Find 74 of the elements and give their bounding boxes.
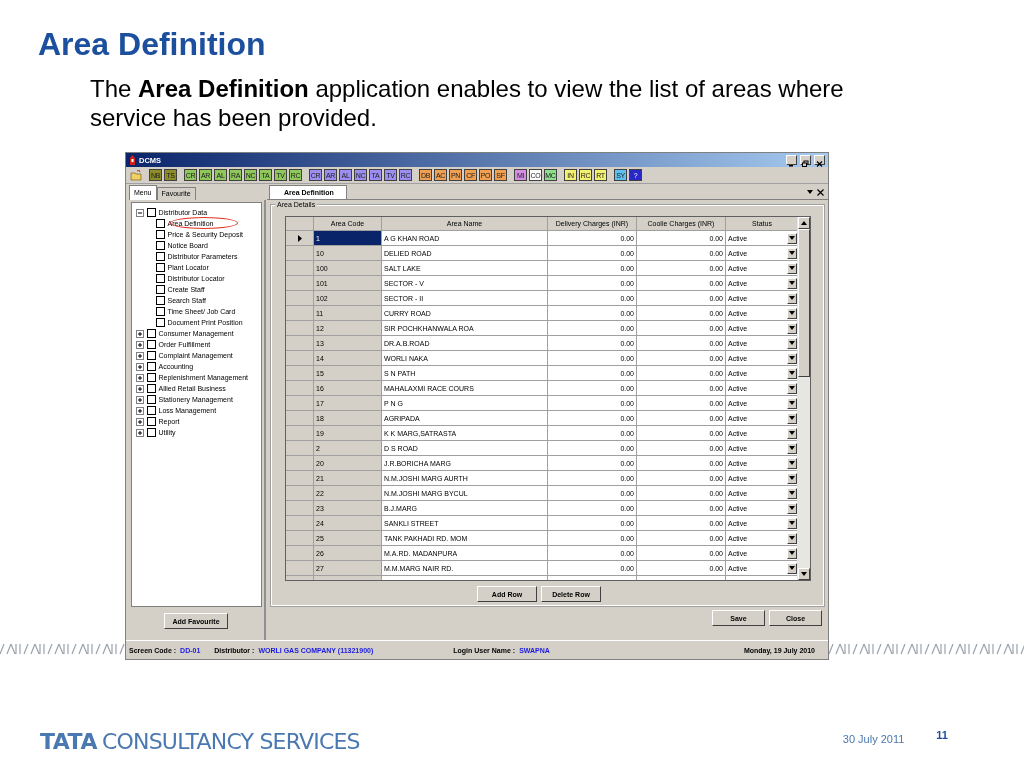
checkbox[interactable]	[155, 307, 165, 316]
checkbox[interactable]	[155, 219, 165, 228]
scroll-up-icon[interactable]	[800, 221, 807, 225]
checkbox[interactable]	[155, 263, 165, 272]
checkbox[interactable]	[155, 241, 165, 250]
checkbox[interactable]	[155, 285, 165, 294]
scroll-down-icon[interactable]	[800, 572, 807, 576]
checkbox[interactable]	[146, 417, 156, 426]
page-number: 11	[936, 729, 948, 741]
expand-icon[interactable]	[135, 340, 144, 349]
expand-icon[interactable]	[135, 351, 144, 360]
dropdown-icon	[789, 461, 795, 465]
row-header[interactable]	[286, 231, 314, 246]
logo-text: CONSULTANCY SERVICES	[101, 729, 360, 754]
checkbox[interactable]	[146, 428, 156, 437]
dropdown-icon	[789, 311, 795, 315]
dropdown-icon	[789, 266, 795, 270]
dropdown-icon	[789, 236, 795, 240]
checkbox[interactable]	[146, 208, 156, 217]
minimize-button[interactable]	[786, 155, 797, 165]
corner-cell	[286, 217, 314, 231]
logo-mark: TATA	[40, 729, 97, 754]
expand-icon[interactable]	[135, 395, 144, 404]
dropdown-icon	[789, 251, 795, 255]
dropdown-icon	[789, 476, 795, 480]
checkbox[interactable]	[146, 351, 156, 360]
dropdown-icon	[789, 281, 795, 285]
checkbox[interactable]	[146, 384, 156, 393]
dropdown-icon	[789, 371, 795, 375]
dropdown-icon	[789, 521, 795, 525]
dropdown-icon	[789, 296, 795, 300]
checkbox[interactable]	[155, 252, 165, 261]
dropdown-icon	[789, 536, 795, 540]
current-row-icon	[297, 234, 302, 242]
dropdown-icon	[789, 401, 795, 405]
checkbox[interactable]	[146, 395, 156, 404]
expand-icon[interactable]	[135, 406, 144, 415]
expand-icon[interactable]	[135, 384, 144, 393]
dropdown-icon	[789, 431, 795, 435]
slide-date: 30 July 2011	[842, 733, 905, 745]
expand-icon[interactable]	[135, 329, 144, 338]
dropdown-icon	[789, 341, 795, 345]
checkbox[interactable]	[155, 318, 165, 327]
slide-title: Area Definition	[38, 26, 267, 62]
expand-icon[interactable]	[135, 417, 144, 426]
close-icon[interactable]	[817, 188, 824, 196]
close-button[interactable]	[814, 155, 825, 165]
app-icon	[129, 155, 136, 165]
expand-icon[interactable]	[135, 428, 144, 437]
dropdown-icon	[789, 416, 795, 420]
dropdown-icon	[789, 506, 795, 510]
checkbox[interactable]	[146, 340, 156, 349]
dropdown-icon	[789, 356, 795, 360]
checkbox[interactable]	[146, 362, 156, 371]
expand-icon[interactable]	[135, 362, 144, 371]
folder-icon[interactable]	[130, 169, 142, 181]
checkbox[interactable]	[146, 406, 156, 415]
dropdown-icon[interactable]	[807, 190, 813, 194]
checkbox[interactable]	[146, 329, 156, 338]
checkbox[interactable]	[155, 296, 165, 305]
dropdown-icon	[789, 446, 795, 450]
dropdown-icon	[789, 491, 795, 495]
dropdown-icon	[789, 326, 795, 330]
checkbox[interactable]	[155, 274, 165, 283]
dropdown-icon	[789, 566, 795, 570]
restore-button[interactable]	[800, 155, 811, 165]
checkbox[interactable]	[155, 230, 165, 239]
dropdown-icon	[789, 551, 795, 555]
expand-icon[interactable]	[135, 373, 144, 382]
scrollbar[interactable]	[797, 217, 810, 580]
checkbox[interactable]	[146, 373, 156, 382]
collapse-icon[interactable]	[135, 208, 144, 217]
slide-text: The Area Definition application enables to view the list of areas where service has been provided.	[90, 74, 845, 132]
dropdown-icon	[789, 386, 795, 390]
